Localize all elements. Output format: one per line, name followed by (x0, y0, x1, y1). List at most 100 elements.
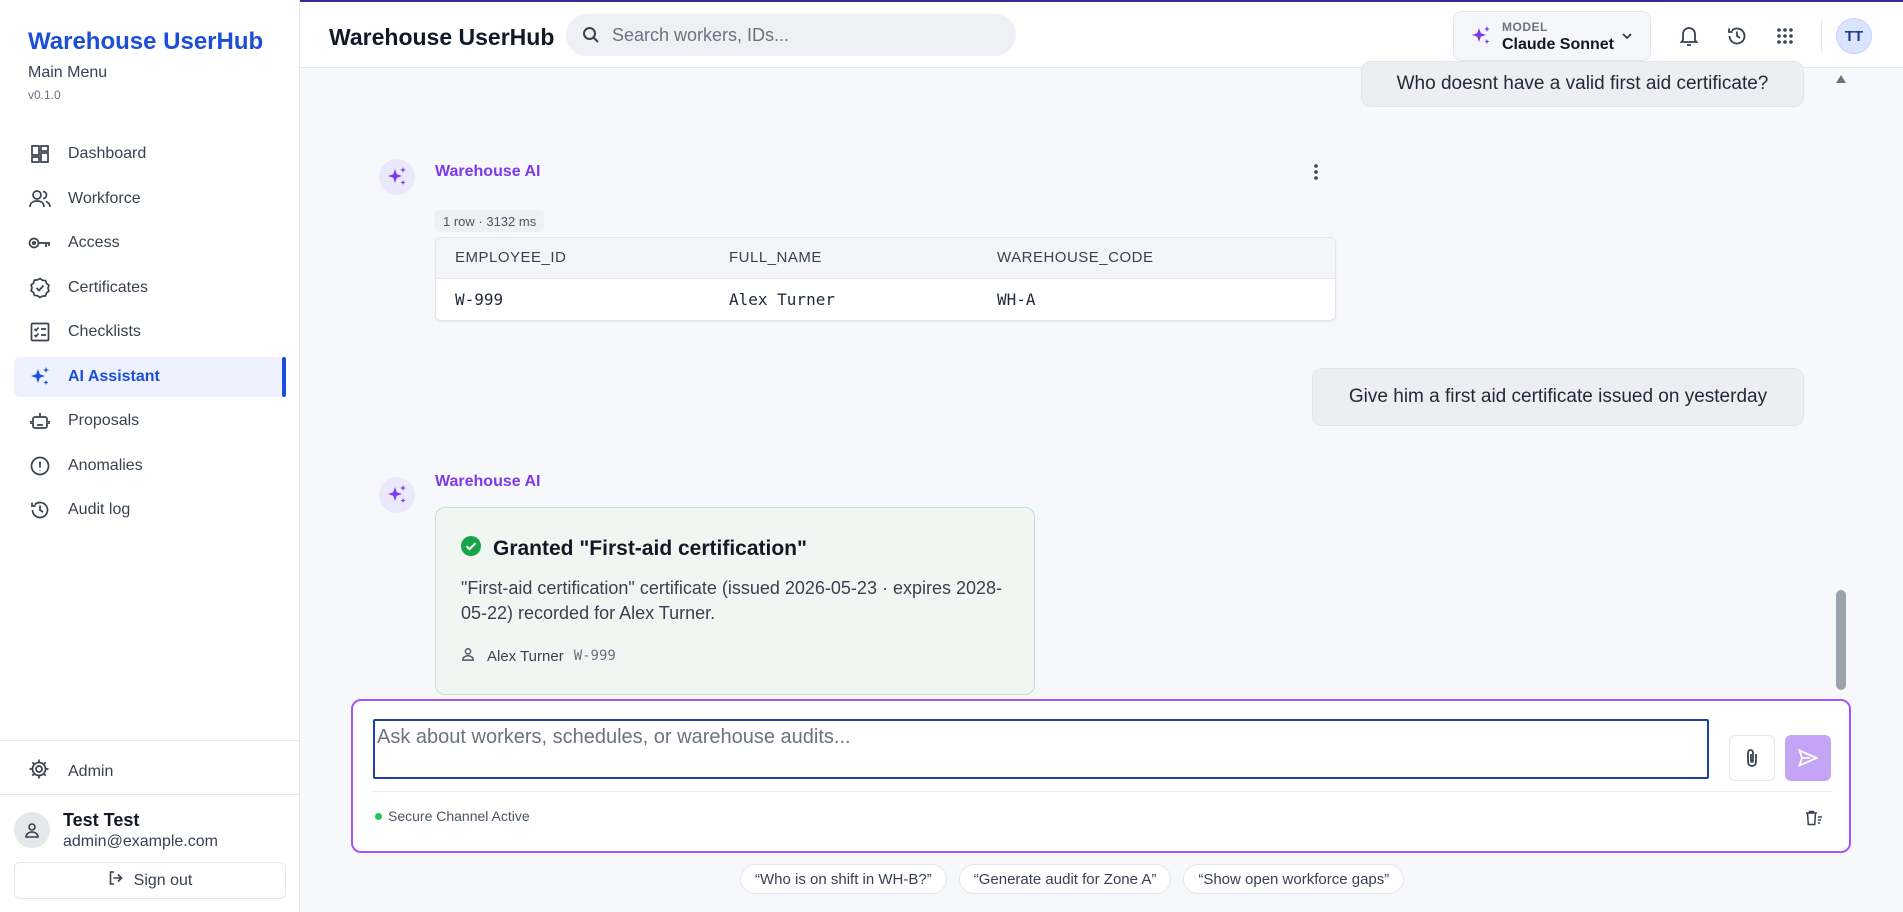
ai-sender-name: Warehouse AI (435, 163, 541, 180)
suggestion-chip[interactable]: “Generate audit for Zone A” (958, 864, 1172, 894)
sidebar-item-proposals[interactable]: Proposals (14, 401, 286, 441)
sidebar: Warehouse UserHub Main Menu v0.1.0 Dashb… (0, 0, 300, 912)
user-message-bubble: Who doesnt have a valid first aid certif… (1361, 61, 1804, 107)
history-icon (1728, 27, 1746, 45)
sidebar-item-ai-assistant[interactable]: AI Assistant (14, 356, 286, 397)
check-circle-icon (461, 536, 481, 562)
triangle-up-icon (1836, 75, 1846, 83)
sidebar-nav: Dashboard Workforce Access Certificates … (14, 134, 286, 535)
sidebar-item-label: Access (68, 234, 120, 251)
result-table: EMPLOYEE_ID FULL_NAME WAREHOUSE_CODE W-9… (435, 237, 1336, 321)
sidebar-item-label: Proposals (68, 412, 140, 429)
sidebar-item-checklists[interactable]: Checklists (14, 312, 286, 352)
history-button[interactable] (1725, 24, 1749, 48)
grant-description: "First-aid certification" certificate (i… (461, 578, 1003, 623)
message-menu-button[interactable] (1306, 162, 1326, 182)
grant-title: Granted "First-aid certification" (461, 536, 807, 562)
user-divider (0, 794, 300, 795)
model-label: MODEL (1502, 20, 1548, 34)
header-separator (1821, 20, 1822, 52)
sparkle-icon (388, 485, 406, 503)
apps-button[interactable] (1773, 24, 1797, 48)
certificate-icon (28, 276, 52, 300)
checklist-icon (28, 320, 52, 344)
header-title: Warehouse UserHub (329, 24, 555, 50)
key-icon (28, 231, 52, 255)
column-header: WAREHOUSE_CODE (978, 238, 1335, 279)
sign-out-label: Sign out (133, 871, 193, 889)
sidebar-item-label: Certificates (68, 278, 149, 296)
table-cell: W-999 (455, 289, 504, 309)
grant-person-id: W-999 (573, 648, 616, 664)
sidebar-item-certificates[interactable]: Certificates (14, 268, 286, 308)
query-meta-badge: 1 row · 3132 ms (435, 210, 545, 232)
column-header: EMPLOYEE_ID (436, 238, 710, 279)
send-icon (1798, 749, 1818, 767)
table-cell: WH-A (997, 289, 1036, 309)
grant-title-text: Granted "First-aid certification" (493, 537, 807, 560)
sidebar-item-access[interactable]: Access (14, 223, 286, 263)
message-composer: Secure Channel Active (351, 699, 1851, 853)
sparkle-icon (388, 167, 406, 185)
clear-chat-button[interactable] (1804, 808, 1824, 828)
sidebar-item-label: Workforce (68, 189, 141, 207)
user-avatar-button[interactable]: TT (1836, 18, 1872, 54)
user-email: admin@example.com (63, 833, 218, 850)
alert-icon (28, 454, 52, 478)
ai-avatar (379, 159, 415, 195)
ai-sender-name: Warehouse AI (435, 473, 541, 490)
admin-label: Admin (68, 762, 114, 780)
search-icon (583, 27, 599, 43)
sidebar-item-label: Audit log (68, 501, 131, 518)
sidebar-item-label: Checklists (68, 323, 141, 340)
grant-result-card: Granted "First-aid certification" "First… (435, 507, 1035, 695)
more-vertical-icon (1314, 164, 1318, 180)
sidebar-item-label: AI Assistant (68, 367, 160, 385)
trash-icon (1806, 810, 1822, 826)
status-dot (375, 812, 382, 820)
search-input[interactable] (612, 24, 992, 46)
top-header: Warehouse UserHub MODEL Claude Sonnet TT (300, 0, 1903, 68)
sidebar-item-workforce[interactable]: Workforce (14, 179, 286, 219)
person-icon (461, 647, 475, 665)
model-value: Claude Sonnet (1502, 36, 1615, 53)
message-input[interactable] (373, 719, 1709, 779)
brand-title[interactable]: Warehouse UserHub (28, 28, 263, 56)
person-icon (25, 823, 39, 838)
robot-icon (28, 409, 52, 433)
paperclip-icon (1747, 749, 1757, 767)
attach-button[interactable] (1729, 735, 1775, 781)
sidebar-item-audit-log[interactable]: Audit log (14, 490, 286, 530)
grant-person: Alex Turner W-999 (461, 647, 616, 665)
sidebar-item-label: Anomalies (68, 456, 143, 474)
chevron-down-icon (1622, 33, 1632, 40)
search-bar[interactable] (566, 14, 1016, 56)
logout-icon (108, 870, 124, 891)
user-name: Test Test (63, 810, 140, 830)
grid-icon (1777, 28, 1793, 44)
send-button[interactable] (1785, 735, 1831, 781)
sparkle-icon (1472, 26, 1490, 44)
ai-avatar (379, 477, 415, 513)
user-message-bubble: Give him a first aid certificate issued … (1312, 368, 1804, 426)
sparkle-icon (28, 365, 52, 389)
suggestion-chip[interactable]: “Who is on shift in WH-B?” (740, 864, 947, 894)
sidebar-item-dashboard[interactable]: Dashboard (14, 134, 286, 174)
user-avatar (14, 812, 50, 848)
users-icon (28, 187, 52, 211)
secure-channel-status: Secure Channel Active (375, 808, 530, 824)
sidebar-item-anomalies[interactable]: Anomalies (14, 446, 286, 486)
chat-scrollbar-thumb[interactable] (1836, 590, 1846, 690)
brand-subtitle: Main Menu (28, 64, 108, 81)
notifications-button[interactable] (1677, 24, 1701, 48)
sign-out-button[interactable]: Sign out (14, 862, 286, 899)
table-row: W-999 Alex Turner WH-A (436, 278, 1335, 320)
scroll-up-button[interactable] (1834, 72, 1848, 86)
model-selector[interactable]: MODEL Claude Sonnet (1453, 11, 1651, 61)
sidebar-item-admin[interactable]: Admin (28, 758, 113, 785)
suggestion-chips: “Who is on shift in WH-B?” “Generate aud… (740, 864, 1405, 894)
gear-icon (28, 758, 52, 785)
suggestion-chip[interactable]: “Show open workforce gaps” (1183, 864, 1405, 894)
history-icon (28, 498, 52, 522)
table-header-row: EMPLOYEE_ID FULL_NAME WAREHOUSE_CODE (436, 238, 1335, 279)
